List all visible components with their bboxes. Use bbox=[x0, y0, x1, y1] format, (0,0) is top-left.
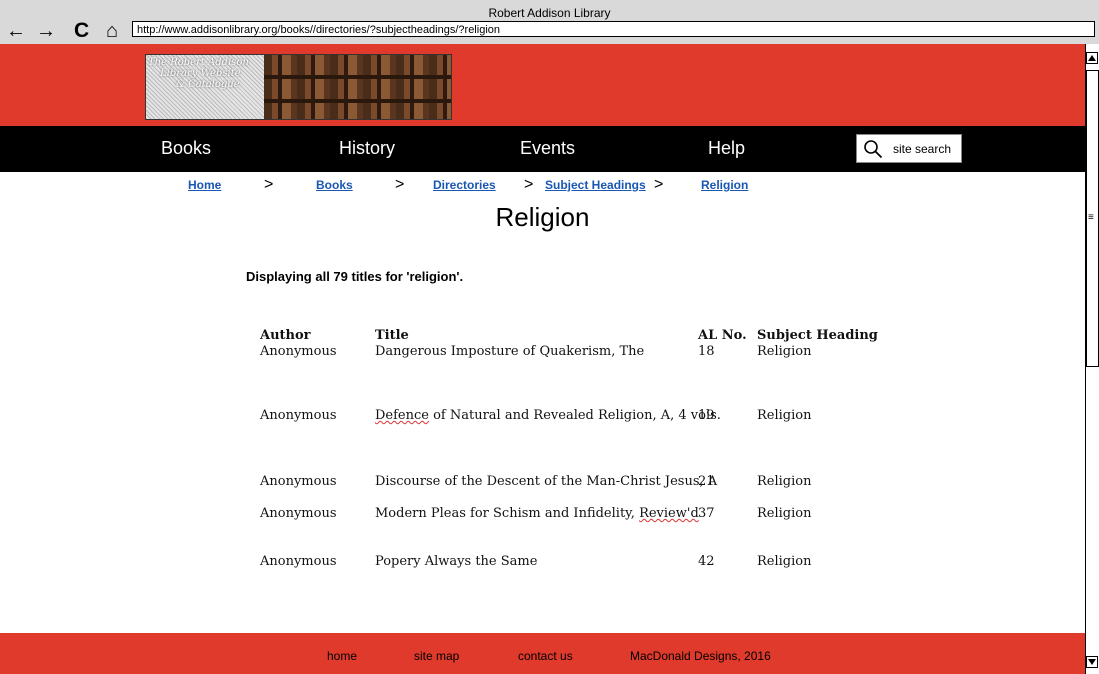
url-bar[interactable]: http://www.addisonlibrary.org/books//dir… bbox=[132, 21, 1095, 37]
cell-title[interactable]: Popery Always the Same bbox=[375, 554, 537, 569]
breadcrumb-chevron-icon: > bbox=[395, 176, 405, 193]
cell-author: Anonymous bbox=[260, 344, 337, 359]
cell-al-no: 42 bbox=[698, 554, 715, 569]
cell-subject: Religion bbox=[757, 554, 812, 569]
scroll-up-arrow-icon[interactable] bbox=[1086, 52, 1098, 64]
nav-item-books[interactable]: Books bbox=[161, 138, 211, 159]
cell-subject: Religion bbox=[757, 474, 812, 489]
reload-icon[interactable]: C bbox=[74, 20, 89, 42]
cell-author: Anonymous bbox=[260, 506, 337, 521]
scroll-down-arrow-icon[interactable] bbox=[1086, 656, 1098, 668]
site-search-input[interactable]: site search bbox=[856, 134, 962, 163]
spellcheck-flagged-word: Defence bbox=[375, 408, 429, 423]
site-logo[interactable]: The Robert Addison Library Website & Cat… bbox=[145, 54, 452, 120]
cell-author: Anonymous bbox=[260, 408, 337, 423]
window-title: Robert Addison Library bbox=[488, 6, 611, 20]
column-header-al-no: AL No. bbox=[698, 328, 747, 343]
cell-author: Anonymous bbox=[260, 474, 337, 489]
breadcrumb-directories[interactable]: Directories bbox=[433, 178, 496, 192]
breadcrumb-chevron-icon: > bbox=[524, 176, 534, 193]
breadcrumb-chevron-icon: > bbox=[264, 176, 274, 193]
cell-al-no: 19 bbox=[698, 408, 715, 423]
page-title: Religion bbox=[495, 202, 590, 232]
back-arrow-icon[interactable]: ← bbox=[6, 20, 26, 42]
cell-subject: Religion bbox=[757, 344, 812, 359]
breadcrumb-religion[interactable]: Religion bbox=[701, 178, 748, 192]
logo-line: Library Website bbox=[160, 68, 241, 79]
cell-author: Anonymous bbox=[260, 554, 337, 569]
spellcheck-flagged-word: Review'd bbox=[639, 506, 699, 521]
forward-arrow-icon[interactable]: → bbox=[36, 20, 56, 42]
column-header-subject-heading: Subject Heading bbox=[757, 328, 878, 343]
logo-text: The Robert Addison Library Website & Cat… bbox=[146, 55, 264, 119]
logo-line: The Robert Addison bbox=[148, 57, 249, 68]
search-placeholder: site search bbox=[893, 142, 952, 156]
title-text: of Natural and Revealed Religion, A, 4 v… bbox=[428, 408, 721, 423]
footer-link-contact-us[interactable]: contact us bbox=[518, 649, 573, 663]
column-header-author: Author bbox=[260, 328, 311, 343]
results-count: Displaying all 79 titles for 'religion'. bbox=[246, 269, 464, 284]
column-header-title: Title bbox=[375, 328, 409, 343]
cell-al-no: 21 bbox=[698, 474, 715, 489]
logo-books-image bbox=[264, 55, 451, 119]
scrollbar-grip-icon: ≡ bbox=[1088, 212, 1094, 223]
cell-al-no: 18 bbox=[698, 344, 715, 359]
breadcrumb-home[interactable]: Home bbox=[188, 178, 221, 192]
cell-subject: Religion bbox=[757, 506, 812, 521]
nav-item-help[interactable]: Help bbox=[708, 138, 745, 159]
breadcrumb-subject-headings[interactable]: Subject Headings bbox=[545, 178, 646, 192]
cell-title[interactable]: Discourse of the Descent of the Man-Chri… bbox=[375, 474, 717, 489]
home-icon[interactable]: ⌂ bbox=[106, 20, 118, 42]
cell-title[interactable]: Defence of Natural and Revealed Religion… bbox=[375, 408, 721, 423]
cell-title[interactable]: Dangerous Imposture of Quakerism, The bbox=[375, 344, 644, 359]
title-text: Modern Pleas for Schism and Infidelity, bbox=[375, 506, 640, 521]
footer-link-site-map[interactable]: site map bbox=[414, 649, 459, 663]
breadcrumb-chevron-icon: > bbox=[654, 176, 664, 193]
footer-link-home[interactable]: home bbox=[327, 649, 357, 663]
cell-title[interactable]: Modern Pleas for Schism and Infidelity, … bbox=[375, 506, 699, 521]
breadcrumb-books[interactable]: Books bbox=[316, 178, 353, 192]
nav-item-history[interactable]: History bbox=[339, 138, 395, 159]
nav-item-events[interactable]: Events bbox=[520, 138, 575, 159]
search-icon bbox=[864, 140, 883, 159]
cell-subject: Religion bbox=[757, 408, 812, 423]
cell-al-no: 37 bbox=[698, 506, 715, 521]
logo-line: & Catalogue bbox=[176, 79, 240, 90]
footer-credit: MacDonald Designs, 2016 bbox=[630, 649, 771, 663]
